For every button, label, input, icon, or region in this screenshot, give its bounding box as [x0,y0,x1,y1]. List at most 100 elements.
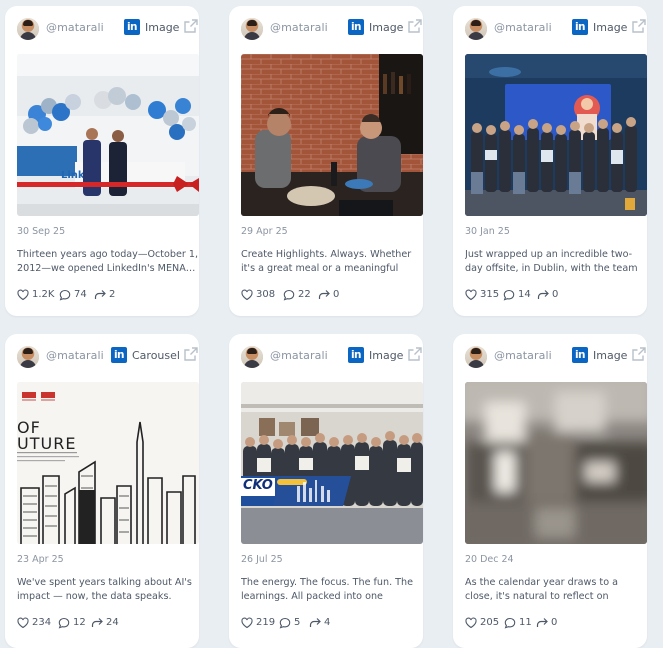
comment-icon [58,617,70,629]
comments-count: 14 [518,289,531,300]
external-link-icon[interactable] [631,18,647,34]
post-image[interactable]: CKO [241,382,423,544]
heart-icon [465,617,477,629]
post-image[interactable] [465,382,647,544]
avatar [17,346,39,368]
post-image[interactable]: OF UTURE [17,382,199,544]
external-link-icon[interactable] [183,346,199,362]
card-header: @matarali in Carousel [17,346,199,368]
external-link-icon[interactable] [407,346,423,362]
post-image[interactable]: Link [17,54,199,216]
likes-count: 219 [256,617,276,628]
shares-count: 0 [333,289,340,300]
share-icon [94,290,106,299]
card-header: @matarali in Image [17,18,199,40]
author-handle[interactable]: @matarali [494,21,552,34]
likes-count: 234 [32,617,52,628]
linkedin-icon: in [124,19,140,35]
post-card[interactable]: @matarali in Image [453,334,647,648]
comment-icon [59,289,71,301]
share-icon [537,290,549,299]
author-handle[interactable]: @matarali [46,349,104,362]
comments-count: 22 [298,289,311,300]
post-caption: Just wrapped up an incredible two-day of… [465,249,638,274]
post-caption: As the calendar year draws to a close, i… [465,577,618,602]
media-headline-2: UTURE [17,434,77,453]
engagement-stats: 219 5 4 [241,616,423,630]
post-type-label: Image [593,349,628,362]
likes-count: 1.2K [32,289,55,300]
post-caption: We've spent years talking about AI's imp… [17,577,192,602]
comment-icon [283,289,295,301]
linkedin-icon: in [348,19,364,35]
share-icon [318,290,330,299]
post-card[interactable]: @matarali in Image [229,6,423,316]
card-header: @matarali in Image [465,346,647,368]
linkedin-icon: in [111,347,127,363]
avatar [241,346,263,368]
post-card[interactable]: @matarali in Image [229,334,423,648]
heart-icon [241,289,253,301]
avatar [465,18,487,40]
external-link-icon[interactable] [631,346,647,362]
svg-text:Link: Link [61,170,85,181]
author-handle[interactable]: @matarali [270,349,328,362]
card-header: @matarali in Image [465,18,647,40]
heart-icon [465,289,477,301]
post-date: 30 Jan 25 [465,226,510,237]
comment-icon [503,289,515,301]
post-caption: The energy. The focus. The fun. The lear… [241,577,414,602]
post-image[interactable] [465,54,647,216]
engagement-stats: 308 22 0 [241,288,423,302]
post-image[interactable] [241,54,423,216]
comment-icon [279,617,291,629]
comments-count: 74 [74,289,87,300]
likes-count: 205 [480,617,500,628]
post-date: 29 Apr 25 [241,226,288,237]
post-type-label: Image [593,21,628,34]
linkedin-icon: in [572,347,588,363]
engagement-stats: 1.2K 74 2 [17,288,199,302]
author-handle[interactable]: @matarali [46,21,104,34]
engagement-stats: 315 14 0 [465,288,647,302]
shares-count: 24 [106,617,119,628]
share-icon [91,618,103,627]
share-icon [536,618,548,627]
post-card[interactable]: @matarali in Image Link 30 Sep 25 Thirte… [5,6,199,316]
author-handle[interactable]: @matarali [270,21,328,34]
shares-count: 0 [551,617,558,628]
post-card[interactable]: @matarali in Carousel OF UTURE 23 Apr 25… [5,334,199,648]
likes-count: 315 [480,289,500,300]
share-icon [309,618,321,627]
avatar [465,346,487,368]
shares-count: 2 [109,289,116,300]
linkedin-icon: in [572,19,588,35]
engagement-stats: 234 12 24 [17,616,199,630]
post-type-label: Image [369,349,404,362]
post-card[interactable]: @matarali in Image [453,6,647,316]
author-handle[interactable]: @matarali [494,349,552,362]
avatar [241,18,263,40]
avatar [17,18,39,40]
linkedin-icon: in [348,347,364,363]
card-header: @matarali in Image [241,346,423,368]
post-date: 26 Jul 25 [241,554,283,565]
external-link-icon[interactable] [407,18,423,34]
post-type-label: Image [145,21,180,34]
post-date: 20 Dec 24 [465,554,514,565]
post-date: 30 Sep 25 [17,226,66,237]
card-header: @matarali in Image [241,18,423,40]
post-type-label: Carousel [132,349,180,362]
post-caption: Create Highlights. Always. Whether it's … [241,249,412,274]
shares-count: 0 [552,289,559,300]
heart-icon [241,617,253,629]
external-link-icon[interactable] [183,18,199,34]
heart-icon [17,289,29,301]
heart-icon [17,617,29,629]
shares-count: 4 [324,617,331,628]
comment-icon [504,617,516,629]
comments-count: 5 [294,617,301,628]
post-date: 23 Apr 25 [17,554,64,565]
post-caption: Thirteen years ago today—October 1, 2012… [17,249,199,274]
media-banner-text: CKO [243,478,273,493]
